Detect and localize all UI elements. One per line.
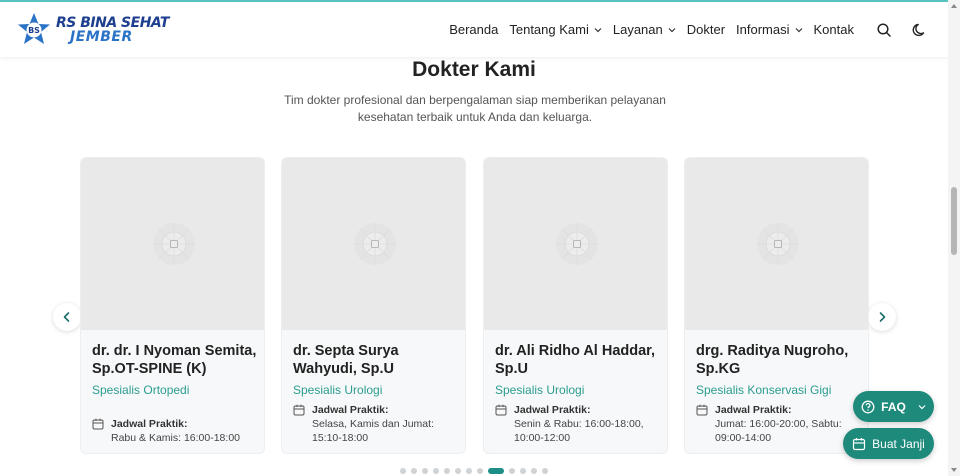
calendar-icon — [853, 437, 866, 450]
carousel-pagination — [400, 468, 553, 474]
doctor-name: dr. dr. I Nyoman Semita, Sp.OT-SPINE (K) — [92, 343, 257, 377]
doctor-card[interactable]: drg. Raditya Nugroho, Sp.KG Spesialis Ko… — [684, 157, 869, 454]
doctor-schedule: Jadwal Praktik: Rabu & Kamis: 16:00-18:00 — [92, 417, 262, 445]
nav-tentang-kami[interactable]: Tentang Kami — [509, 22, 602, 37]
main-nav: Beranda Tentang Kami Layanan Dokter Info… — [438, 2, 938, 57]
nav-dokter[interactable]: Dokter — [687, 22, 725, 37]
doctor-schedule: Jadwal Praktik: Selasa, Kamis dan Jumat: … — [293, 403, 463, 445]
doctor-specialty: Spesialis Urologi — [293, 383, 383, 397]
make-appointment-button[interactable]: Buat Janji — [843, 428, 934, 459]
doctor-photo-placeholder — [81, 158, 264, 330]
chevron-down-icon — [918, 404, 926, 409]
faq-button[interactable]: FAQ — [853, 391, 934, 422]
nav-beranda[interactable]: Beranda — [449, 22, 498, 37]
doctor-name: dr. Ali Ridho Al Haddar, Sp.U — [495, 343, 656, 377]
svg-text:BS: BS — [28, 26, 40, 35]
logo-line-2: JEMBER — [70, 29, 133, 45]
doctor-photo-placeholder — [484, 158, 667, 330]
doctor-card[interactable]: dr. dr. I Nyoman Semita, Sp.OT-SPINE (K)… — [80, 157, 265, 454]
help-circle-icon — [861, 400, 875, 413]
nav-informasi[interactable]: Informasi — [736, 22, 802, 37]
carousel-dot[interactable] — [422, 468, 428, 474]
schedule-value: Selasa, Kamis dan Jumat: 15:10-18:00 — [312, 418, 434, 444]
doctor-schedule: Jadwal Praktik: Jumat: 16:00-20:00, Sabtu… — [696, 403, 866, 445]
calendar-icon — [495, 404, 507, 416]
faq-label: FAQ — [881, 399, 906, 414]
nav-kontak[interactable]: Kontak — [814, 22, 854, 37]
carousel-dot[interactable] — [466, 468, 472, 474]
schedule-label: Jadwal Praktik: — [715, 404, 792, 416]
doctor-specialty: Spesialis Urologi — [495, 383, 585, 397]
schedule-label: Jadwal Praktik: — [514, 404, 591, 416]
doctor-photo-placeholder — [282, 158, 465, 330]
carousel-prev-button[interactable] — [53, 303, 81, 331]
carousel-dot[interactable] — [477, 468, 483, 474]
doctor-card[interactable]: dr. Septa Surya Wahyudi, Sp.U Spesialis … — [281, 157, 466, 454]
nav-dokter-label: Dokter — [686, 22, 726, 37]
logo[interactable]: BS RS BINA SEHAT JEMBER — [16, 12, 169, 48]
carousel-next-button[interactable] — [868, 303, 896, 331]
carousel-dot[interactable] — [411, 468, 417, 474]
calendar-icon — [696, 404, 708, 416]
page-scrollbar[interactable] — [948, 0, 960, 476]
carousel-dot[interactable] — [455, 468, 461, 474]
image-placeholder-icon — [354, 223, 396, 265]
image-placeholder-icon — [757, 223, 799, 265]
section-subtitle: Tim dokter profesional dan berpengalaman… — [284, 93, 666, 124]
schedule-label: Jadwal Praktik: — [312, 404, 389, 416]
logo-star-icon: BS — [18, 13, 50, 44]
carousel-dot[interactable] — [400, 468, 406, 474]
calendar-icon — [92, 418, 104, 430]
chevron-down-icon — [594, 27, 602, 32]
carousel-dot[interactable] — [531, 468, 537, 474]
scroll-up-arrow-icon[interactable] — [951, 4, 957, 8]
carousel-dot[interactable] — [444, 468, 450, 474]
chevron-down-icon — [668, 27, 676, 32]
scroll-down-arrow-icon[interactable] — [951, 468, 957, 472]
section-title: Dokter Kami — [412, 58, 536, 81]
nav-layanan[interactable]: Layanan — [613, 22, 676, 37]
chevron-right-icon — [879, 312, 886, 322]
doctor-card[interactable]: dr. Ali Ridho Al Haddar, Sp.U Spesialis … — [483, 157, 668, 454]
image-placeholder-icon — [556, 223, 598, 265]
nav-beranda-label: Beranda — [449, 22, 499, 37]
logo-line-1: RS BINA SEHAT — [56, 15, 169, 31]
nav-tentang-kami-label: Tentang Kami — [509, 22, 589, 37]
doctor-name: drg. Raditya Nugroho, Sp.KG — [696, 343, 849, 377]
chevron-down-icon — [795, 27, 802, 32]
nav-layanan-label: Layanan — [612, 22, 663, 37]
scroll-thumb[interactable] — [951, 187, 957, 255]
doctor-photo-placeholder — [685, 158, 868, 330]
appointment-label: Buat Janji — [872, 436, 925, 451]
carousel-dot[interactable] — [433, 468, 439, 474]
doctor-name: dr. Septa Surya Wahyudi, Sp.U — [293, 343, 399, 377]
carousel-dot[interactable] — [520, 468, 526, 474]
search-icon[interactable] — [876, 22, 892, 38]
doctor-schedule: Jadwal Praktik: Senin & Rabu: 16:00-18:00… — [495, 403, 665, 445]
doctor-specialty: Spesialis Ortopedi — [92, 383, 190, 397]
calendar-icon — [293, 404, 305, 416]
schedule-label: Jadwal Praktik: — [111, 418, 188, 430]
nav-informasi-label: Informasi — [736, 22, 790, 37]
schedule-value: Rabu & Kamis: 16:00-18:00 — [111, 432, 240, 444]
carousel-dot[interactable] — [509, 468, 515, 474]
navbar: BS RS BINA SEHAT JEMBER Beranda Tentang … — [0, 2, 948, 57]
moon-icon[interactable] — [912, 22, 928, 38]
chevron-left-icon — [63, 312, 70, 322]
doctor-specialty: Spesialis Konservasi Gigi — [696, 383, 832, 397]
carousel-dot[interactable] — [542, 468, 548, 474]
image-placeholder-icon — [153, 223, 195, 265]
nav-kontak-label: Kontak — [813, 22, 854, 37]
schedule-value: Senin & Rabu: 16:00-18:00, 10:00-12:00 — [514, 418, 644, 444]
carousel-dot-active[interactable] — [488, 468, 504, 474]
